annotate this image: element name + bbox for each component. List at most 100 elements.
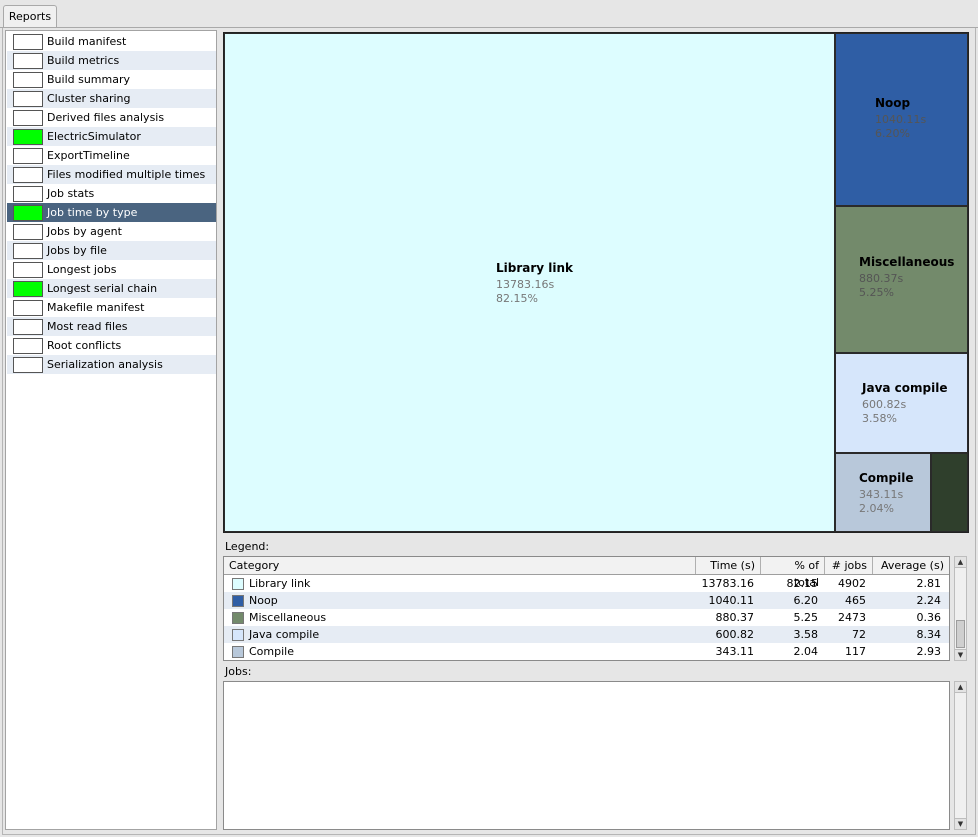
- report-checkbox[interactable]: [13, 91, 43, 107]
- report-item[interactable]: Most read files: [7, 317, 216, 336]
- legend-row[interactable]: Compile 343.11 2.04 117 2.93: [224, 643, 949, 660]
- tile-name: Java compile: [862, 381, 948, 395]
- legend-category: Compile: [249, 645, 294, 658]
- report-item[interactable]: ExportTimeline: [7, 146, 216, 165]
- report-checkbox[interactable]: [13, 281, 43, 297]
- tile-time: 1040.11s: [875, 113, 927, 126]
- report-label: ExportTimeline: [47, 149, 130, 162]
- report-label: Build summary: [47, 73, 131, 86]
- report-label: ElectricSimulator: [47, 130, 141, 143]
- report-item[interactable]: Job stats: [7, 184, 216, 203]
- report-checkbox[interactable]: [13, 167, 43, 183]
- report-checkbox[interactable]: [13, 357, 43, 373]
- report-item[interactable]: Longest serial chain: [7, 279, 216, 298]
- legend-category: Java compile: [249, 628, 320, 641]
- report-item[interactable]: Build summary: [7, 70, 216, 89]
- report-checkbox[interactable]: [13, 338, 43, 354]
- report-item[interactable]: Derived files analysis: [7, 108, 216, 127]
- legend-jobs: 465: [845, 594, 866, 607]
- legend-category: Miscellaneous: [249, 611, 327, 624]
- report-checkbox[interactable]: [13, 224, 43, 240]
- legend-row[interactable]: Miscellaneous 880.37 5.25 2473 0.36: [224, 609, 949, 626]
- tile-name: Library link: [496, 261, 574, 275]
- report-item[interactable]: Job time by type: [7, 203, 216, 222]
- report-label: Job time by type: [47, 206, 138, 219]
- report-item[interactable]: Build manifest: [7, 32, 216, 51]
- tile-name: Miscellaneous: [859, 255, 955, 269]
- report-item[interactable]: ElectricSimulator: [7, 127, 216, 146]
- tab-reports[interactable]: Reports: [3, 5, 57, 28]
- legend-average: 8.34: [916, 628, 942, 641]
- report-label: Longest jobs: [47, 263, 117, 276]
- treemap-tile[interactable]: Java compile 600.82s 3.58%: [835, 353, 968, 453]
- legend-swatch: [232, 646, 244, 658]
- scroll-down-icon[interactable]: ▼: [955, 818, 966, 829]
- legend-table[interactable]: Category Time (s) % of total # jobs Aver…: [223, 556, 950, 661]
- legend-time: 1040.11: [708, 594, 755, 607]
- tile-percent: 82.15%: [496, 292, 538, 305]
- report-checkbox[interactable]: [13, 319, 43, 335]
- column-header-jobs[interactable]: # jobs: [825, 557, 873, 574]
- report-checkbox[interactable]: [13, 129, 43, 145]
- jobs-label: Jobs:: [225, 665, 252, 678]
- report-checkbox[interactable]: [13, 110, 43, 126]
- tile-percent: 6.20%: [875, 127, 910, 140]
- scroll-up-icon[interactable]: ▲: [955, 557, 966, 568]
- legend-header: Category Time (s) % of total # jobs Aver…: [224, 557, 949, 589]
- legend-time: 880.37: [715, 611, 755, 624]
- legend-swatch: [232, 578, 244, 590]
- legend-jobs: 117: [845, 645, 866, 658]
- legend-time: 13783.16: [701, 577, 755, 590]
- scroll-down-icon[interactable]: ▼: [955, 649, 966, 660]
- scroll-up-icon[interactable]: ▲: [955, 682, 966, 693]
- jobs-scrollbar[interactable]: ▲ ▼: [954, 681, 967, 830]
- report-label: Job stats: [47, 187, 95, 200]
- report-item[interactable]: Jobs by agent: [7, 222, 216, 241]
- report-checkbox[interactable]: [13, 243, 43, 259]
- report-checkbox[interactable]: [13, 148, 43, 164]
- report-checkbox[interactable]: [13, 34, 43, 50]
- column-header-category[interactable]: Category: [224, 557, 696, 574]
- legend-average: 2.81: [916, 577, 942, 590]
- legend-average: 0.36: [916, 611, 942, 624]
- report-label: Cluster sharing: [47, 92, 131, 105]
- legend-row[interactable]: Noop 1040.11 6.20 465 2.24: [224, 592, 949, 609]
- report-checkbox[interactable]: [13, 186, 43, 202]
- report-item[interactable]: Root conflicts: [7, 336, 216, 355]
- column-header-time[interactable]: Time (s): [696, 557, 761, 574]
- report-item[interactable]: Longest jobs: [7, 260, 216, 279]
- report-label: Jobs by file: [47, 244, 107, 257]
- column-header-average[interactable]: Average (s): [873, 557, 949, 574]
- scroll-thumb[interactable]: [956, 620, 965, 648]
- treemap-tile[interactable]: Compile 343.11s 2.04%: [835, 453, 931, 532]
- legend-row[interactable]: Java compile 600.82 3.58 72 8.34: [224, 626, 949, 643]
- tile-percent: 5.25%: [859, 286, 894, 299]
- report-item[interactable]: Build metrics: [7, 51, 216, 70]
- report-label: Longest serial chain: [47, 282, 158, 295]
- report-item[interactable]: Files modified multiple times: [7, 165, 216, 184]
- report-checkbox[interactable]: [13, 205, 43, 221]
- report-checkbox[interactable]: [13, 53, 43, 69]
- report-item[interactable]: Serialization analysis: [7, 355, 216, 374]
- report-label: Most read files: [47, 320, 128, 333]
- treemap-tile[interactable]: Library link 13783.16s 82.15%: [224, 33, 835, 532]
- treemap-tile[interactable]: Miscellaneous 880.37s 5.25%: [835, 206, 968, 353]
- legend-scrollbar[interactable]: ▲ ▼: [954, 556, 967, 661]
- treemap-tile[interactable]: Noop 1040.11s 6.20%: [835, 33, 968, 206]
- tile-time: 13783.16s: [496, 278, 555, 291]
- report-checkbox[interactable]: [13, 72, 43, 88]
- legend-percent: 82.15: [786, 577, 819, 590]
- report-item[interactable]: Makefile manifest: [7, 298, 216, 317]
- jobs-list[interactable]: [223, 681, 950, 830]
- legend-category: Noop: [249, 594, 278, 607]
- report-checkbox[interactable]: [13, 262, 43, 278]
- legend-row[interactable]: Library link 13783.16 82.15 4902 2.81: [224, 575, 949, 592]
- job-type-treemap[interactable]: Library link 13783.16s 82.15% Noop 1040.11s 6…: [223, 32, 969, 533]
- report-item[interactable]: Jobs by file: [7, 241, 216, 260]
- treemap-tile-small[interactable]: [931, 453, 968, 532]
- report-checkbox[interactable]: [13, 300, 43, 316]
- report-list[interactable]: Build manifest Build metrics Build summary…: [5, 30, 217, 830]
- report-item[interactable]: Cluster sharing: [7, 89, 216, 108]
- legend-time: 343.11: [715, 645, 755, 658]
- column-header-percent[interactable]: % of total: [761, 557, 825, 589]
